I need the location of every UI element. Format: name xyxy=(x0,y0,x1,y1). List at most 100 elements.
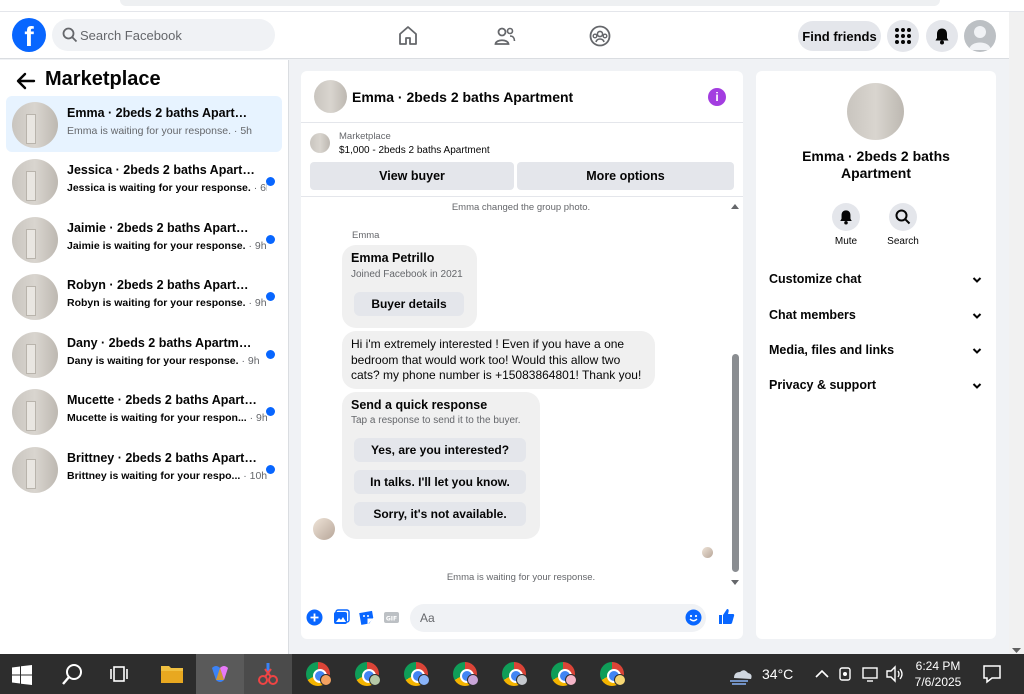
chrome-app[interactable] xyxy=(441,654,489,694)
file-explorer-app[interactable] xyxy=(148,654,196,694)
more-options-button[interactable]: More options xyxy=(517,162,734,190)
search-icon[interactable] xyxy=(60,662,86,686)
customize-chat-row[interactable]: Customize chat xyxy=(768,268,986,292)
conversation-item[interactable]: Brittney · 2beds 2 baths Apartme... Brit… xyxy=(6,441,282,497)
listing-thumbnail xyxy=(310,133,330,153)
snipping-tool-app[interactable] xyxy=(244,654,292,694)
waiting-status: Emma is waiting for your response. xyxy=(446,572,596,583)
search-input[interactable] xyxy=(80,19,270,51)
grid-icon xyxy=(895,28,911,44)
groups-icon[interactable] xyxy=(588,24,612,48)
listing-thumbnail xyxy=(12,389,58,435)
friends-icon[interactable] xyxy=(493,24,517,48)
chat-scrollbar-thumb[interactable] xyxy=(732,354,739,572)
info-icon[interactable]: i xyxy=(708,88,726,106)
listing-thumbnail xyxy=(12,159,58,205)
quick-response-option[interactable]: In talks. I'll let you know. xyxy=(354,470,526,494)
profile-avatar[interactable] xyxy=(964,20,996,52)
browser-top-bar xyxy=(0,0,1024,12)
home-icon[interactable] xyxy=(396,24,420,48)
profile-badge xyxy=(467,674,479,686)
conversation-title: Dany · 2beds 2 baths Apartment xyxy=(67,336,257,350)
marketplace-listing[interactable]: Marketplace $1,000 - 2beds 2 baths Apart… xyxy=(310,131,730,161)
chat-title[interactable]: Emma · 2beds 2 baths Apartment xyxy=(352,89,573,105)
conversation-item[interactable]: Robyn · 2beds 2 baths Apartment Robyn is… xyxy=(6,268,282,324)
back-arrow-icon[interactable] xyxy=(16,72,36,90)
conversation-preview: Jessica is waiting for your response. · … xyxy=(67,182,267,194)
scissors-icon xyxy=(258,663,278,685)
photo-icon[interactable] xyxy=(333,609,350,626)
quick-response-bubble: Send a quick response Tap a response to … xyxy=(342,392,540,539)
chrome-app[interactable] xyxy=(490,654,538,694)
unread-dot xyxy=(266,235,275,244)
task-view-icon[interactable] xyxy=(108,662,134,686)
sender-avatar xyxy=(313,518,335,540)
search-icon xyxy=(895,209,911,225)
search-icon xyxy=(62,27,78,43)
add-plus-icon[interactable] xyxy=(306,609,323,626)
user-icon xyxy=(969,26,991,50)
copilot-icon xyxy=(212,666,228,682)
search-box[interactable] xyxy=(52,19,275,51)
sticker-icon[interactable] xyxy=(358,609,375,626)
conversation-item[interactable]: Jessica · 2beds 2 baths Apartment Jessic… xyxy=(6,153,282,209)
network-icon[interactable] xyxy=(861,665,881,683)
profile-badge xyxy=(516,674,528,686)
chat-panel: Emma · 2beds 2 baths Apartment i Marketp… xyxy=(301,71,743,639)
notifications-button[interactable] xyxy=(926,20,958,52)
address-bar-remnant xyxy=(120,0,940,6)
media-files-links-row[interactable]: Media, files and links xyxy=(768,339,986,363)
copilot-app[interactable] xyxy=(196,654,244,694)
conversation-item[interactable]: Dany · 2beds 2 baths Apartment Dany is w… xyxy=(6,326,282,382)
windows-start-icon[interactable] xyxy=(12,665,32,685)
facebook-logo-icon[interactable]: f xyxy=(12,18,46,52)
composer-bar: GIF xyxy=(301,601,743,635)
buyer-details-button[interactable]: Buyer details xyxy=(354,292,464,316)
chrome-app[interactable] xyxy=(392,654,440,694)
privacy-support-row[interactable]: Privacy & support xyxy=(768,374,986,398)
read-receipt-avatar xyxy=(702,547,713,558)
message-input[interactable] xyxy=(410,604,706,632)
conversation-item[interactable]: Emma · 2beds 2 baths Apartment Emma is w… xyxy=(6,96,282,152)
find-friends-button[interactable]: Find friends xyxy=(798,21,881,51)
folder-icon xyxy=(161,666,183,683)
unread-dot xyxy=(266,292,275,301)
quick-response-title: Send a quick response xyxy=(351,398,488,412)
page-scrollbar[interactable] xyxy=(1009,12,1024,654)
quick-response-option[interactable]: Sorry, it's not available. xyxy=(354,502,526,526)
notification-center-icon[interactable] xyxy=(981,663,1003,685)
chrome-app[interactable] xyxy=(343,654,391,694)
conversation-title: Brittney · 2beds 2 baths Apartme... xyxy=(67,451,257,465)
menu-label: Media, files and links xyxy=(769,343,895,357)
conversation-title: Jessica · 2beds 2 baths Apartment xyxy=(67,163,257,177)
message-list[interactable]: Emma changed the group photo. Emma Emma … xyxy=(301,196,743,591)
emoji-icon[interactable] xyxy=(685,609,702,626)
chrome-app[interactable] xyxy=(539,654,587,694)
weather-icon[interactable] xyxy=(728,664,754,688)
conversation-item[interactable]: Jaimie · 2beds 2 baths Apartment Jaimie … xyxy=(6,211,282,267)
menu-label: Privacy & support xyxy=(769,378,876,392)
clock-time: 6:24 PM xyxy=(915,659,961,673)
quick-response-option[interactable]: Yes, are you interested? xyxy=(354,438,526,462)
page-title: Marketplace xyxy=(45,68,161,90)
chevron-up-icon[interactable] xyxy=(814,664,830,684)
conversation-title: Robyn · 2beds 2 baths Apartment xyxy=(67,278,257,292)
chat-members-row[interactable]: Chat members xyxy=(768,304,986,328)
meet-icon[interactable] xyxy=(838,665,854,683)
search-chat-button[interactable] xyxy=(889,203,917,231)
chevron-down-icon xyxy=(972,313,982,319)
chrome-app[interactable] xyxy=(294,654,342,694)
gif-icon[interactable]: GIF xyxy=(383,609,400,626)
chrome-app[interactable] xyxy=(588,654,636,694)
thumbs-up-icon[interactable] xyxy=(717,607,736,626)
unread-dot xyxy=(266,177,275,186)
chat-avatar[interactable] xyxy=(314,80,347,113)
conversation-item[interactable]: Mucette · 2beds 2 baths Apartm... Mucett… xyxy=(6,383,282,439)
conversation-preview: Mucette is waiting for your respon... · … xyxy=(67,412,267,424)
listing-thumbnail xyxy=(12,447,58,493)
mute-button[interactable] xyxy=(832,203,860,231)
view-buyer-button[interactable]: View buyer xyxy=(310,162,514,190)
menu-grid-button[interactable] xyxy=(887,20,919,52)
taskbar-clock[interactable]: 6:24 PM 7/6/2025 xyxy=(900,658,976,690)
unread-dot xyxy=(266,407,275,416)
